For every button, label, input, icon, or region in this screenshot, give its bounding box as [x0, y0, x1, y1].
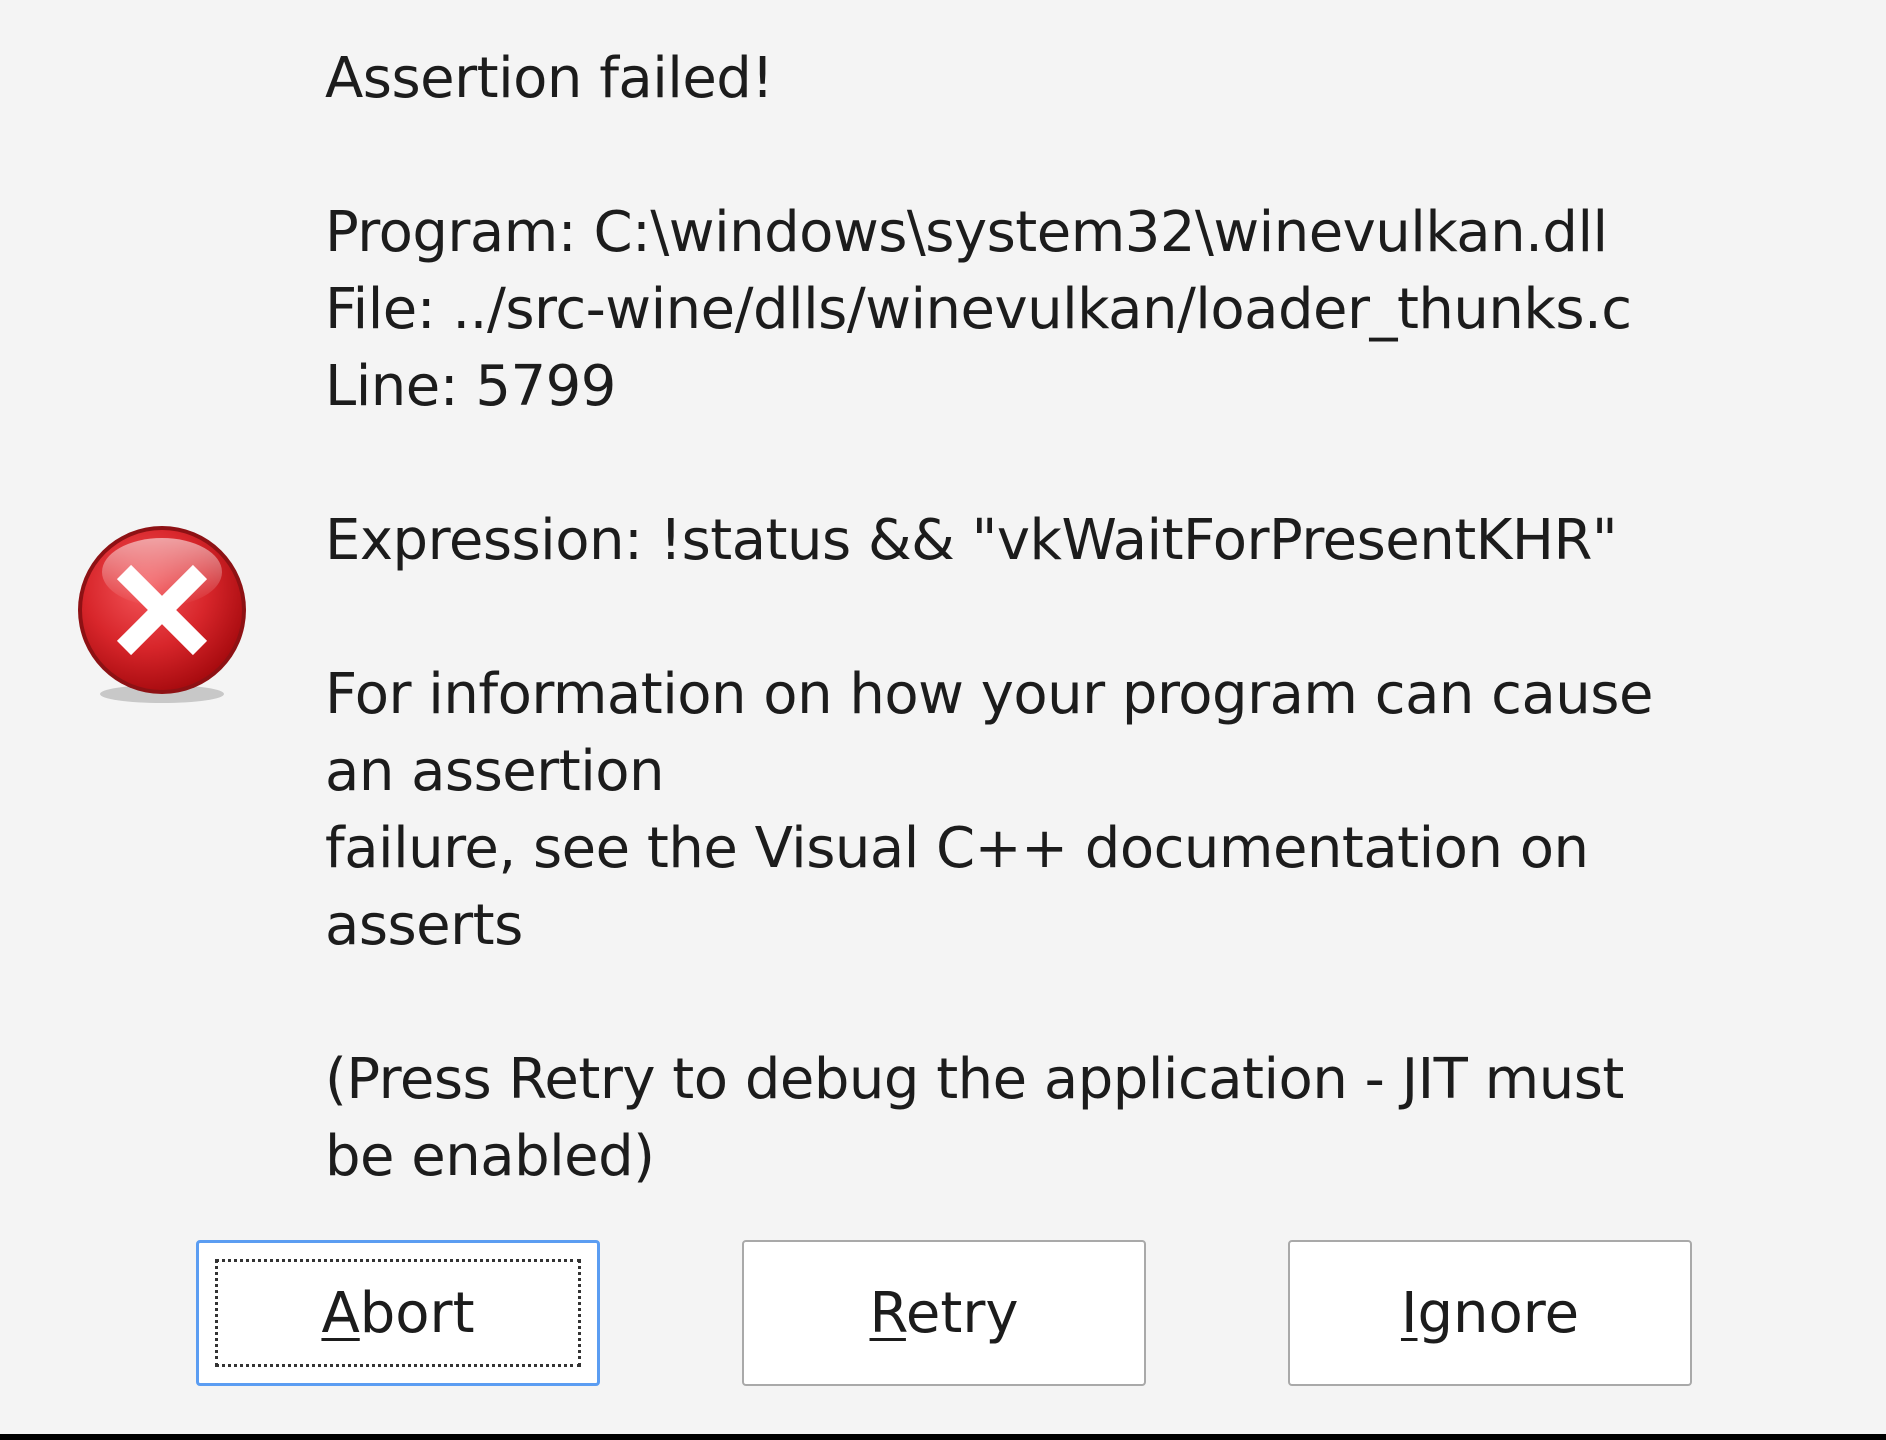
file-text: File: ../src-wine/dlls/winevulkan/loader…: [325, 277, 1632, 342]
ignore-label: Ignore: [1401, 1281, 1579, 1346]
press-retry-text-2: be enabled): [325, 1124, 655, 1189]
info-text-4: asserts: [325, 893, 523, 958]
abort-button[interactable]: Abort: [196, 1240, 600, 1386]
info-text-1: For information on how your program can …: [325, 662, 1653, 727]
retry-label-rest: etry: [905, 1280, 1019, 1346]
expression-text: Expression: !status && "vkWaitForPresent…: [325, 508, 1618, 573]
ignore-button[interactable]: Ignore: [1288, 1240, 1692, 1386]
focus-ring: [215, 1259, 581, 1367]
message-text: Assertion failed! Program: C:\windows\sy…: [325, 40, 1745, 1195]
info-text-3: failure, see the Visual C++ documentatio…: [325, 816, 1589, 881]
assertion-dialog: Assertion failed! Program: C:\windows\sy…: [0, 0, 1886, 1434]
retry-label: Retry: [870, 1281, 1019, 1346]
ignore-label-rest: gnore: [1417, 1280, 1580, 1346]
info-text-2: an assertion: [325, 739, 665, 804]
line-number-text: Line: 5799: [325, 354, 616, 419]
error-icon: [78, 526, 246, 703]
press-retry-text-1: (Press Retry to debug the application - …: [325, 1047, 1624, 1112]
ignore-mnemonic: I: [1400, 1280, 1418, 1346]
program-text: Program: C:\windows\system32\winevulkan.…: [325, 200, 1608, 265]
heading-text: Assertion failed!: [325, 46, 774, 111]
retry-mnemonic: R: [869, 1280, 906, 1346]
retry-button[interactable]: Retry: [742, 1240, 1146, 1386]
